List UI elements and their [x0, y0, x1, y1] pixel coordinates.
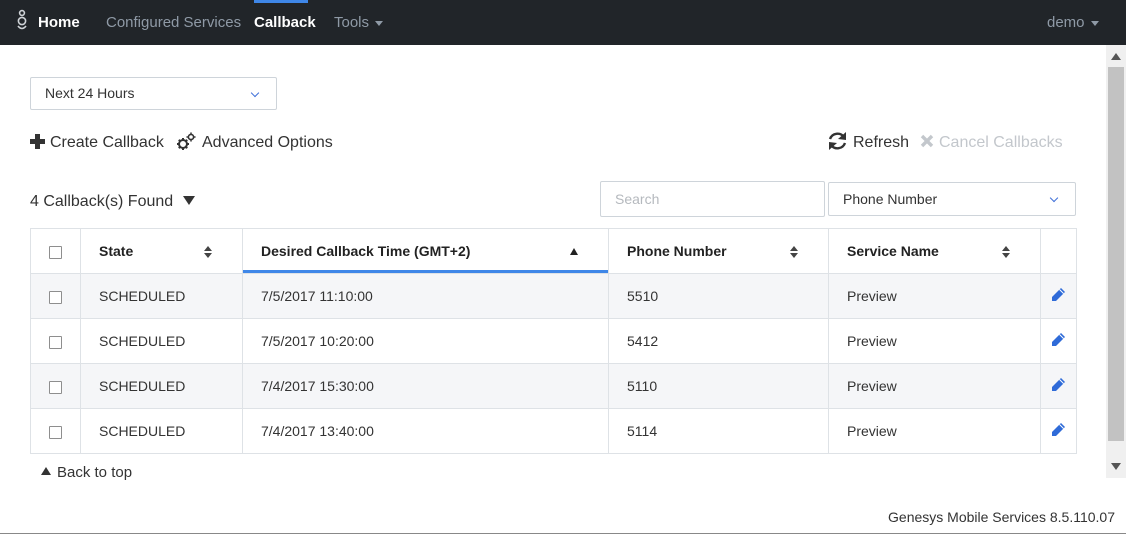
column-header-label: Desired Callback Time (GMT+2)	[261, 243, 471, 259]
sort-icon	[204, 246, 212, 258]
search-input[interactable]	[600, 181, 825, 217]
pencil-icon[interactable]	[1052, 378, 1065, 391]
pencil-icon[interactable]	[1052, 333, 1065, 346]
column-header-label: Service Name	[847, 243, 939, 259]
scroll-thumb[interactable]	[1108, 67, 1124, 441]
back-to-top-link[interactable]: Back to top	[41, 464, 132, 482]
row-checkbox[interactable]	[49, 335, 62, 349]
row-actions-cell	[1040, 273, 1077, 319]
cell-service: Preview	[828, 408, 1041, 454]
results-count-toggle[interactable]: 4 Callback(s) Found	[30, 191, 196, 213]
refresh-button[interactable]: Refresh	[827, 130, 909, 156]
column-header-service[interactable]: Service Name	[828, 228, 1041, 274]
create-callback-label: Create Callback	[50, 134, 164, 151]
pencil-icon[interactable]	[1052, 423, 1065, 436]
row-actions-cell	[1040, 363, 1077, 409]
select-all-cell	[30, 228, 81, 274]
column-header-desired-time[interactable]: Desired Callback Time (GMT+2)	[242, 228, 609, 274]
cell-time: 7/4/2017 15:30:00	[242, 363, 609, 409]
pencil-icon[interactable]	[1052, 288, 1065, 301]
column-header-label: State	[99, 243, 134, 259]
vertical-scrollbar[interactable]	[1106, 45, 1126, 478]
actions-header-cell	[1040, 228, 1077, 274]
gears-icon	[177, 132, 196, 151]
table-row[interactable]: SCHEDULED 7/5/2017 10:20:00 5412 Preview	[30, 318, 1077, 364]
cell-service: Preview	[828, 363, 1041, 409]
results-count: 4 Callback(s) Found	[30, 193, 174, 210]
nav-tools-dropdown[interactable]: Tools	[334, 0, 384, 45]
cell-phone: 5510	[608, 273, 829, 319]
nav-callback[interactable]: Callback	[254, 0, 316, 45]
top-navbar: Home Configured Services Callback Tools …	[0, 0, 1126, 45]
table-header-row: State Desired Callback Time (GMT+2) Phon…	[30, 228, 1077, 274]
row-select-cell	[30, 318, 81, 364]
row-select-cell	[30, 408, 81, 454]
table-row[interactable]: SCHEDULED 7/4/2017 15:30:00 5110 Preview	[30, 363, 1077, 409]
row-checkbox[interactable]	[49, 380, 62, 394]
nav-tools-label: Tools	[334, 14, 370, 31]
nav-configured-services[interactable]: Configured Services	[106, 0, 241, 45]
cancel-callbacks-label: Cancel Callbacks	[939, 134, 1063, 151]
cell-service: Preview	[828, 273, 1041, 319]
time-range-select[interactable]: Next 24 Hours	[30, 77, 277, 110]
plus-icon	[30, 133, 45, 149]
refresh-icon	[828, 132, 847, 151]
advanced-options-button[interactable]: Advanced Options	[176, 130, 333, 156]
triangle-up-icon	[41, 467, 51, 476]
user-name: demo	[1047, 14, 1085, 31]
advanced-options-label: Advanced Options	[202, 134, 333, 151]
table-row[interactable]: SCHEDULED 7/4/2017 13:40:00 5114 Preview	[30, 408, 1077, 454]
scroll-down-arrow-icon[interactable]	[1111, 463, 1121, 470]
cell-time: 7/5/2017 11:10:00	[242, 273, 609, 319]
row-select-cell	[30, 363, 81, 409]
chevron-down-icon	[250, 88, 260, 98]
caret-down-icon	[1090, 20, 1099, 26]
table-row[interactable]: SCHEDULED 7/5/2017 11:10:00 5510 Preview	[30, 273, 1077, 319]
cell-phone: 5114	[608, 408, 829, 454]
caret-down-icon	[183, 195, 196, 205]
callbacks-table: State Desired Callback Time (GMT+2) Phon…	[30, 228, 1077, 454]
user-menu-dropdown[interactable]: demo	[1047, 0, 1099, 45]
row-actions-cell	[1040, 318, 1077, 364]
cell-time: 7/4/2017 13:40:00	[242, 408, 609, 454]
row-actions-cell	[1040, 408, 1077, 454]
search-field-select[interactable]: Phone Number	[828, 182, 1076, 216]
cell-phone: 5110	[608, 363, 829, 409]
cell-service: Preview	[828, 318, 1041, 364]
column-header-phone[interactable]: Phone Number	[608, 228, 829, 274]
cell-time: 7/5/2017 10:20:00	[242, 318, 609, 364]
sort-icon	[1002, 246, 1010, 258]
sort-icon	[790, 246, 798, 258]
back-to-top-label: Back to top	[57, 464, 133, 481]
create-callback-button[interactable]: Create Callback	[30, 130, 164, 156]
cell-state: SCHEDULED	[80, 363, 243, 409]
sort-ascending-icon	[570, 248, 578, 255]
refresh-label: Refresh	[853, 134, 910, 151]
cell-state: SCHEDULED	[80, 408, 243, 454]
genesys-logo-icon[interactable]	[14, 9, 32, 33]
footer-version: Genesys Mobile Services 8.5.110.07	[888, 509, 1115, 525]
scroll-up-arrow-icon[interactable]	[1111, 53, 1121, 60]
column-header-label: Phone Number	[627, 243, 727, 259]
cell-state: SCHEDULED	[80, 273, 243, 319]
column-header-state[interactable]: State	[80, 228, 243, 274]
cell-state: SCHEDULED	[80, 318, 243, 364]
caret-down-icon	[375, 20, 384, 26]
nav-home[interactable]: Home	[38, 0, 80, 45]
row-select-cell	[30, 273, 81, 319]
search-field-value: Phone Number	[843, 191, 938, 207]
cell-phone: 5412	[608, 318, 829, 364]
time-range-value: Next 24 Hours	[45, 85, 135, 101]
times-icon	[920, 135, 934, 148]
row-checkbox[interactable]	[49, 290, 62, 304]
cancel-callbacks-button[interactable]: Cancel Callbacks	[920, 130, 1063, 156]
select-all-checkbox[interactable]	[49, 245, 62, 259]
chevron-down-icon	[1049, 193, 1059, 203]
row-checkbox[interactable]	[49, 425, 62, 439]
